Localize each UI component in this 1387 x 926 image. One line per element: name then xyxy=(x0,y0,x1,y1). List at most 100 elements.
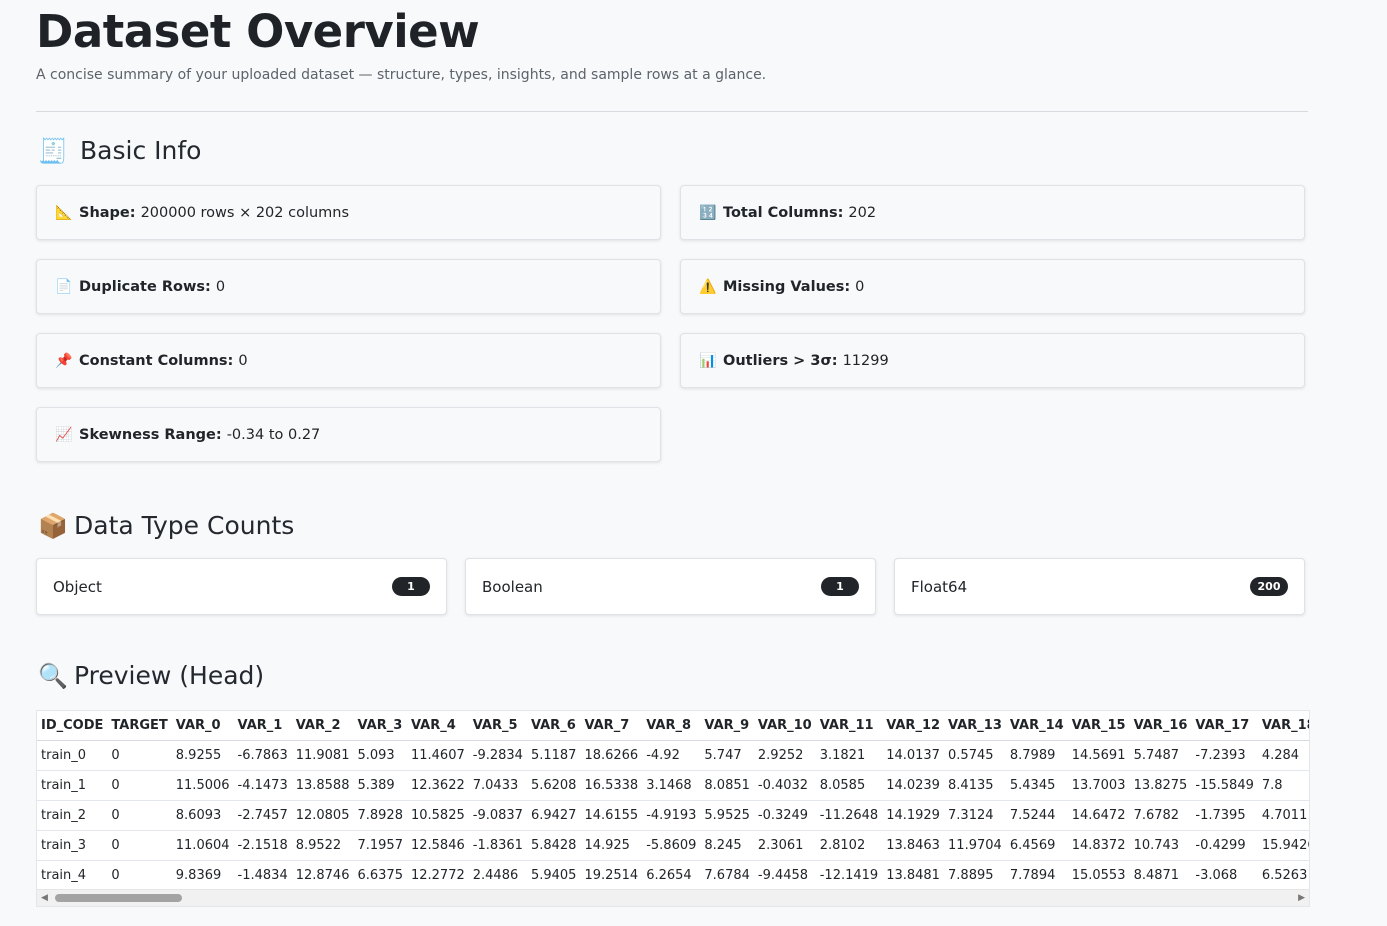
scroll-right-icon[interactable]: ▶ xyxy=(1298,893,1305,903)
column-header: VAR_7 xyxy=(580,711,643,741)
column-header: VAR_1 xyxy=(233,711,292,741)
horizontal-scrollbar[interactable]: ◀ ▶ xyxy=(37,889,1309,906)
column-header: VAR_10 xyxy=(753,711,816,741)
table-cell: 6.6375 xyxy=(353,860,407,891)
table-cell: 2.9252 xyxy=(753,740,816,771)
table-cell: 7.8 xyxy=(1257,770,1309,801)
table-cell: 8.9522 xyxy=(291,830,354,861)
table-cell: 7.0433 xyxy=(468,770,527,801)
column-header: VAR_13 xyxy=(944,711,1006,741)
table-cell: 8.9255 xyxy=(171,740,234,771)
table-cell: 6.2654 xyxy=(642,860,701,891)
table-cell: 8.7989 xyxy=(1005,740,1068,771)
table-cell: 12.0805 xyxy=(291,800,354,831)
table-cell: 5.747 xyxy=(700,740,754,771)
table-cell: 2.3061 xyxy=(753,830,816,861)
type-label: Boolean xyxy=(482,577,543,596)
scrollbar-thumb[interactable] xyxy=(55,894,182,902)
warning-icon: ⚠️ xyxy=(699,278,717,295)
table-cell: 9.8369 xyxy=(171,860,234,891)
triangle-ruler-icon: 📐 xyxy=(55,204,73,221)
table-cell: 11.0604 xyxy=(171,830,234,861)
total-columns-label: Total Columns: xyxy=(723,204,844,221)
pushpin-icon: 📌 xyxy=(55,352,73,369)
duplicate-rows-card: 📄 Duplicate Rows: 0 xyxy=(36,259,661,314)
table-cell: 13.8463 xyxy=(882,830,945,861)
table-cell: 3.1821 xyxy=(815,740,883,771)
column-header: VAR_9 xyxy=(700,711,754,741)
column-header: VAR_14 xyxy=(1005,711,1068,741)
table-cell: 14.5691 xyxy=(1067,740,1130,771)
missing-values-card: ⚠️ Missing Values: 0 xyxy=(680,259,1305,314)
column-header: ID_CODE xyxy=(37,711,108,741)
table-cell: train_4 xyxy=(37,860,108,891)
table-cell: 0 xyxy=(107,800,172,831)
table-cell: 12.2772 xyxy=(406,860,469,891)
trend-chart-icon: 📈 xyxy=(55,426,73,443)
table-cell: 0 xyxy=(107,830,172,861)
table-cell: 8.245 xyxy=(700,830,754,861)
type-count-badge: 200 xyxy=(1250,577,1288,596)
type-count-badge: 1 xyxy=(392,577,430,596)
table-cell: 13.7003 xyxy=(1067,770,1130,801)
table-cell: 8.0585 xyxy=(815,770,883,801)
column-header: VAR_17 xyxy=(1191,711,1258,741)
table-cell: 14.1929 xyxy=(882,800,945,831)
table-cell: 12.8746 xyxy=(291,860,354,891)
table-cell: 19.2514 xyxy=(580,860,643,891)
page-subtitle: A concise summary of your uploaded datas… xyxy=(36,67,767,83)
table-cell: 5.7487 xyxy=(1129,740,1192,771)
table-cell: train_1 xyxy=(37,770,108,801)
type-card-boolean: Boolean 1 xyxy=(465,558,876,615)
table-cell: 7.8928 xyxy=(353,800,407,831)
duplicate-rows-label: Duplicate Rows: xyxy=(79,278,211,295)
shape-value: 200000 rows × 202 columns xyxy=(140,204,350,221)
table-cell: -4.9193 xyxy=(642,800,701,831)
table-cell: 16.5338 xyxy=(580,770,643,801)
column-header: VAR_8 xyxy=(642,711,701,741)
type-label: Object xyxy=(53,577,102,596)
column-header: VAR_15 xyxy=(1067,711,1130,741)
table-cell: train_3 xyxy=(37,830,108,861)
table-cell: -0.4299 xyxy=(1191,830,1258,861)
table-cell: -1.4834 xyxy=(233,860,292,891)
skewness-value: -0.34 to 0.27 xyxy=(226,426,321,443)
table-cell: 13.8481 xyxy=(882,860,945,891)
table-cell: 4.7011 xyxy=(1257,800,1309,831)
table-cell: 14.6472 xyxy=(1067,800,1130,831)
table-cell: 8.6093 xyxy=(171,800,234,831)
outliers-value: 11299 xyxy=(842,352,889,369)
constant-columns-value: 0 xyxy=(238,352,248,369)
table-cell: -9.2834 xyxy=(468,740,527,771)
table-cell: 7.6784 xyxy=(700,860,754,891)
page-title: Dataset Overview xyxy=(36,5,480,58)
table-cell: 10.743 xyxy=(1129,830,1192,861)
skewness-card: 📈 Skewness Range: -0.34 to 0.27 xyxy=(36,407,661,462)
outliers-card: 📊 Outliers > 3σ: 11299 xyxy=(680,333,1305,388)
data-type-heading-text: Data Type Counts xyxy=(74,511,295,540)
preview-table: ID_CODE TARGET VAR_0 VAR_1 VAR_2 VAR_3 VAR_4 VA… xyxy=(37,711,1309,891)
preview-table-container[interactable]: ID_CODE TARGET VAR_0 VAR_1 VAR_2 VAR_3 VAR_4 VA… xyxy=(36,710,1310,907)
table-cell: 12.3622 xyxy=(406,770,469,801)
table-cell: 6.4569 xyxy=(1005,830,1068,861)
table-cell: 6.9427 xyxy=(526,800,581,831)
scroll-icon: 🧾 xyxy=(38,136,68,165)
column-header: TARGET xyxy=(107,711,172,741)
magnifier-icon: 🔍 xyxy=(38,661,68,690)
scroll-left-icon[interactable]: ◀ xyxy=(41,893,48,903)
column-header: VAR_5 xyxy=(468,711,527,741)
column-header: VAR_11 xyxy=(815,711,883,741)
table-cell: 15.0553 xyxy=(1067,860,1130,891)
type-card-object: Object 1 xyxy=(36,558,447,615)
column-header: VAR_6 xyxy=(526,711,581,741)
table-cell: 0 xyxy=(107,740,172,771)
table-cell: -11.2648 xyxy=(815,800,883,831)
type-label: Float64 xyxy=(911,577,968,596)
bar-chart-icon: 📊 xyxy=(699,352,717,369)
table-cell: -2.7457 xyxy=(233,800,292,831)
package-icon: 📦 xyxy=(38,511,68,540)
outliers-label: Outliers > 3σ: xyxy=(723,352,838,369)
table-cell: 14.0239 xyxy=(882,770,945,801)
data-type-heading: 📦 Data Type Counts xyxy=(38,511,294,540)
duplicate-rows-value: 0 xyxy=(215,278,226,295)
